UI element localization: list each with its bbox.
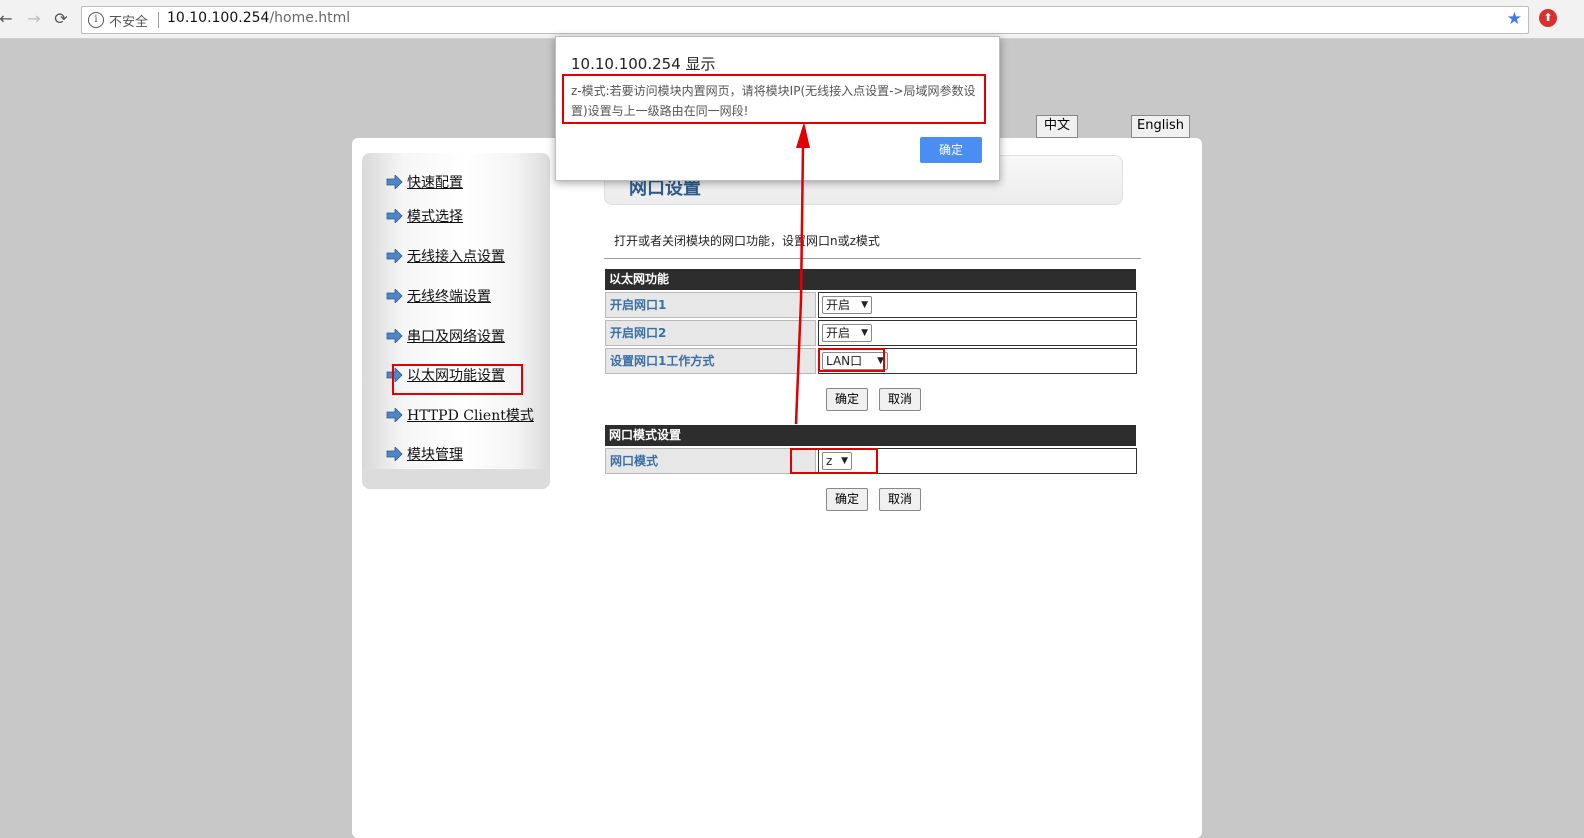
row-label: 网口模式	[605, 448, 816, 474]
ethernet-ok-button[interactable]: 确定	[826, 388, 868, 411]
table-row: 开启网口1 开启 ▼	[605, 292, 1137, 318]
page-description: 打开或者关闭模块的网口功能，设置网口n或z模式	[614, 234, 880, 248]
reload-icon[interactable]: ⟳	[51, 9, 71, 29]
row-value-cell: 开启 ▼	[818, 320, 1137, 346]
arrow-right-icon	[386, 329, 403, 343]
annotation-highlight-ethernet-nav	[392, 364, 523, 395]
english-language-button[interactable]: English	[1131, 115, 1190, 138]
sidebar-item-label[interactable]: HTTPD Client模式	[407, 405, 534, 425]
ethernet-cancel-button[interactable]: 取消	[879, 388, 921, 411]
security-label: 不安全	[109, 15, 149, 30]
sidebar-item-label[interactable]: 模式选择	[407, 206, 463, 226]
dialog-ok-button[interactable]: 确定	[920, 137, 982, 163]
address-divider	[158, 12, 159, 28]
sidebar-footer	[362, 469, 550, 489]
sidebar-item-label[interactable]: 串口及网络设置	[407, 326, 505, 346]
select-value: 开启	[826, 298, 851, 312]
address-bar[interactable]: i 不安全 10.10.100.254/home.html ★	[81, 6, 1529, 34]
dropdown-caret-icon: ▼	[861, 300, 868, 310]
annotation-highlight-port-mode	[790, 448, 878, 474]
sidebar-item-label[interactable]: 无线接入点设置	[407, 246, 505, 266]
browser-toolbar: ← → ⟳ i 不安全 10.10.100.254/home.html ★ ⬆	[0, 0, 1584, 39]
url-text: 10.10.100.254/home.html	[167, 10, 350, 26]
arrow-right-icon	[386, 408, 403, 422]
extension-icon[interactable]: ⬆	[1539, 9, 1557, 27]
url-host: 10.10.100.254	[167, 10, 270, 26]
forward-icon[interactable]: →	[24, 9, 44, 29]
url-path: /home.html	[269, 10, 351, 26]
row-label: 开启网口2	[605, 320, 816, 346]
bookmark-star-icon[interactable]: ★	[1507, 9, 1522, 29]
row-value-cell: 开启 ▼	[818, 292, 1137, 318]
sidebar-item-httpd-client[interactable]: HTTPD Client模式	[386, 405, 534, 425]
row-label: 开启网口1	[605, 292, 816, 318]
sidebar-item-sta-settings[interactable]: 无线终端设置	[386, 286, 491, 306]
row-label: 设置网口1工作方式	[605, 348, 816, 374]
port-mode-ok-button[interactable]: 确定	[826, 488, 868, 511]
select-value: 开启	[826, 326, 851, 340]
chinese-language-button[interactable]: 中文	[1036, 115, 1078, 138]
annotation-highlight-lan-select	[818, 348, 885, 372]
ethernet-section-heading: 以太网功能	[605, 269, 1136, 290]
port-mode-section-heading: 网口模式设置	[605, 425, 1136, 446]
sidebar	[362, 153, 550, 489]
port1-enable-select[interactable]: 开启 ▼	[822, 296, 872, 314]
sidebar-item-label[interactable]: 模块管理	[407, 444, 463, 464]
sidebar-item-quick-config[interactable]: 快速配置	[386, 172, 463, 192]
sidebar-item-label[interactable]: 快速配置	[407, 172, 463, 192]
port-mode-cancel-button[interactable]: 取消	[879, 488, 921, 511]
divider	[604, 258, 1141, 259]
dropdown-caret-icon: ▼	[861, 328, 868, 338]
site-info-icon[interactable]: i	[88, 12, 104, 28]
dialog-title: 10.10.100.254 显示	[571, 55, 716, 73]
arrow-right-icon	[386, 175, 403, 189]
annotation-highlight-dialog-message	[562, 74, 986, 124]
arrow-right-icon	[386, 289, 403, 303]
sidebar-item-label[interactable]: 无线终端设置	[407, 286, 491, 306]
sidebar-item-module-admin[interactable]: 模块管理	[386, 444, 463, 464]
arrow-right-icon	[386, 447, 403, 461]
back-icon[interactable]: ←	[0, 9, 16, 29]
arrow-right-icon	[386, 249, 403, 263]
sidebar-item-serial-network[interactable]: 串口及网络设置	[386, 326, 505, 346]
sidebar-item-mode-select[interactable]: 模式选择	[386, 206, 463, 226]
table-row: 开启网口2 开启 ▼	[605, 320, 1137, 346]
sidebar-item-ap-settings[interactable]: 无线接入点设置	[386, 246, 505, 266]
port2-enable-select[interactable]: 开启 ▼	[822, 324, 872, 342]
arrow-right-icon	[386, 209, 403, 223]
